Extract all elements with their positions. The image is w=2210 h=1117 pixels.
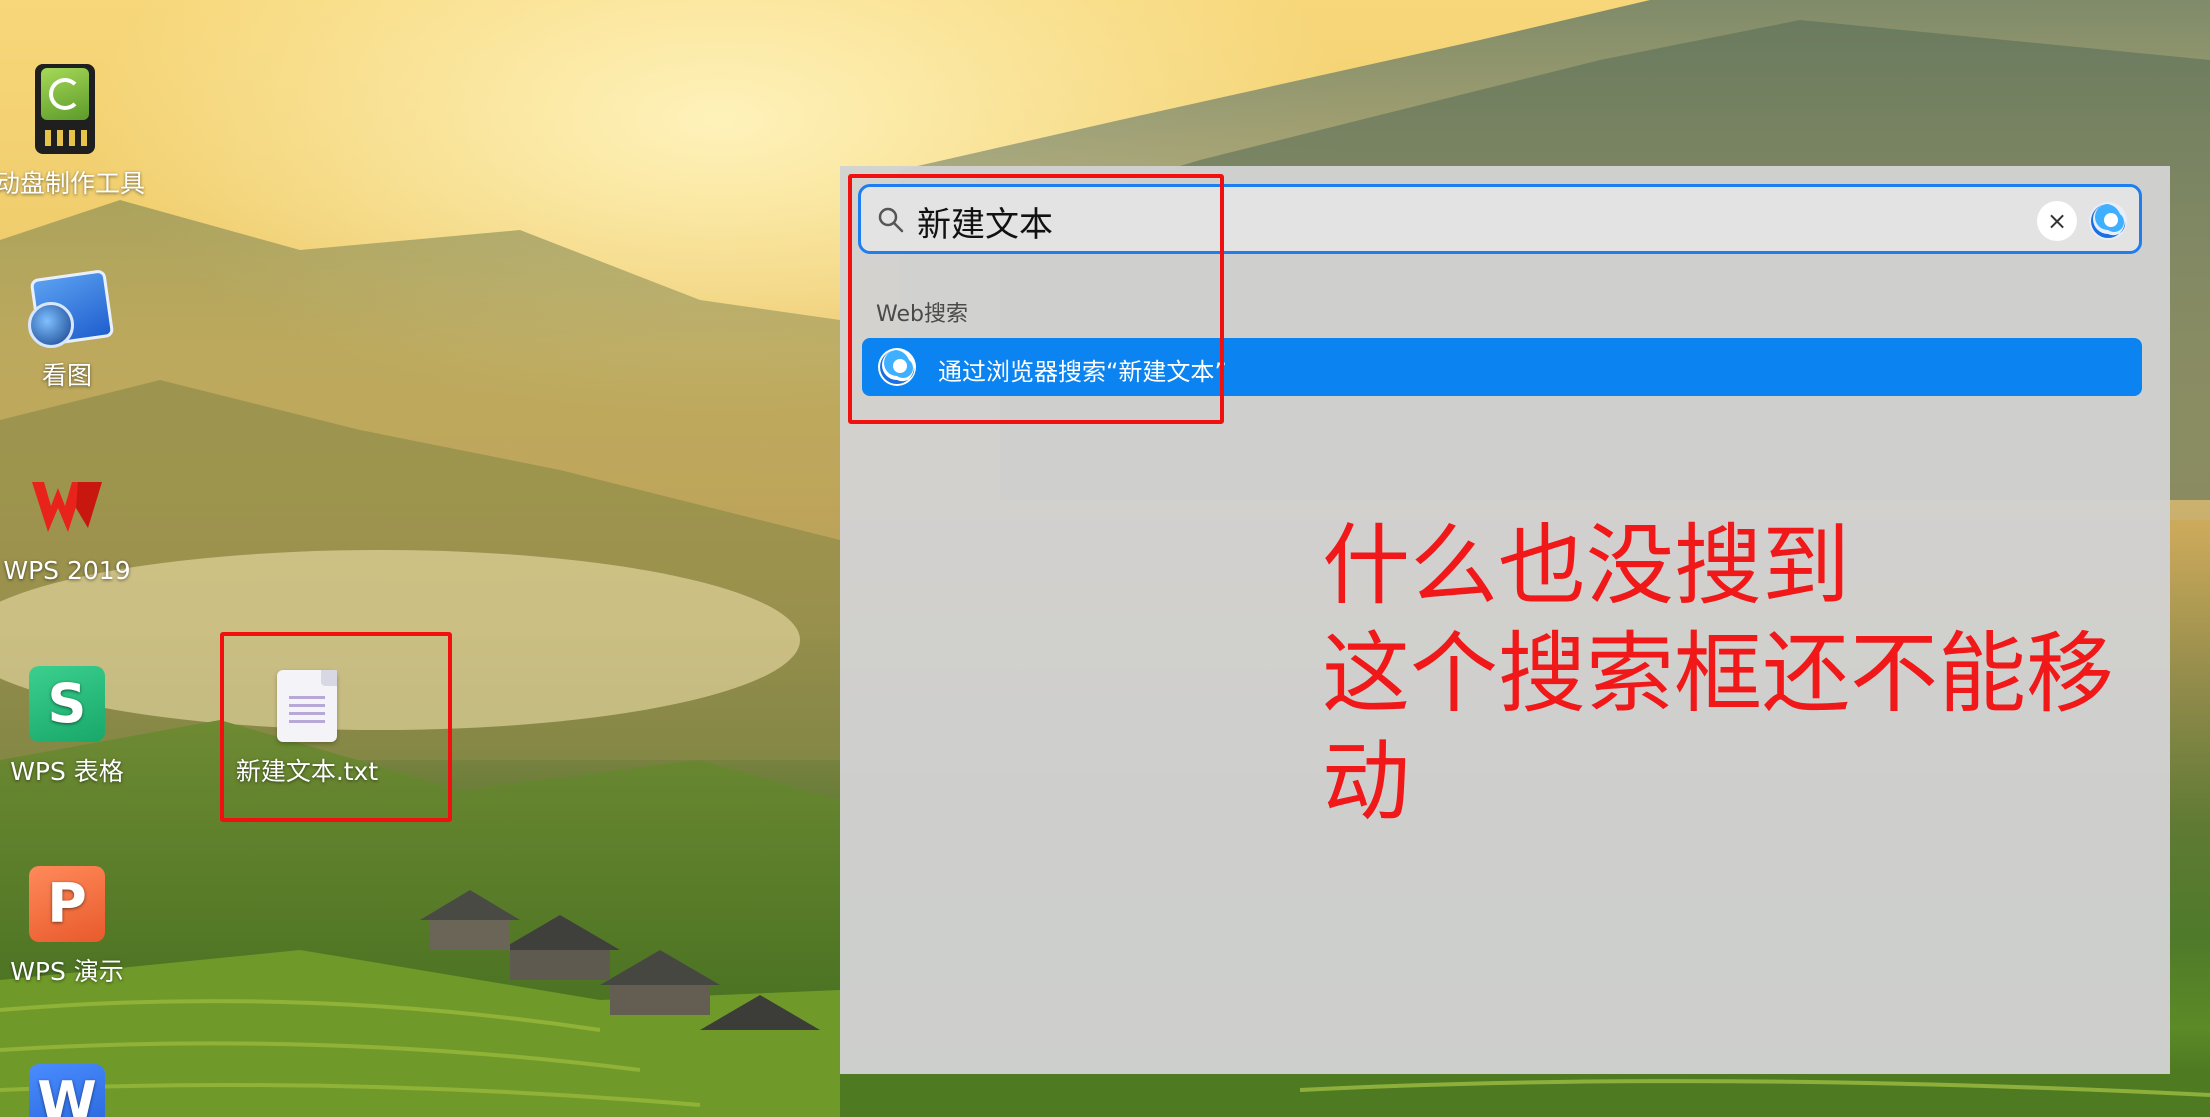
annotation-text: 什么也没搜到 这个搜索框还不能移 动 — [1322, 512, 2142, 836]
annotation-box-search — [848, 174, 1224, 424]
annotation-line: 这个搜索框还不能移 — [1322, 622, 2115, 725]
desktop-icon-wps-presentation[interactable]: P WPS 演示 — [0, 866, 142, 988]
spreadsheet-icon: S — [29, 666, 105, 742]
desktop-icon-usb-boot-maker[interactable]: 启动盘制作工具 — [0, 64, 146, 200]
desktop-icon-wps-2019[interactable]: WPS 2019 — [0, 468, 142, 585]
desktop-icon-label: WPS 2019 — [3, 556, 131, 585]
desktop-icon-wps-spreadsheet[interactable]: S WPS 表格 — [0, 666, 142, 788]
desktop-icon-label: 看图 — [41, 361, 92, 390]
wps-logo-icon — [28, 468, 106, 546]
writer-icon: W — [29, 1064, 105, 1117]
desktop-icon-label: 启动盘制作工具 — [0, 169, 146, 198]
presentation-icon: P — [29, 866, 105, 942]
clear-search-button[interactable]: × — [2037, 201, 2077, 241]
annotation-box-file — [220, 632, 452, 822]
browser-engine-icon[interactable] — [2087, 200, 2129, 242]
usb-drive-icon — [35, 64, 95, 154]
annotation-line: 动 — [1322, 730, 1411, 833]
desktop-icon-label: WPS 表格 — [10, 757, 124, 786]
desktop-icon-label: WPS 演示 — [10, 957, 124, 986]
annotation-line: 什么也没搜到 — [1322, 514, 1851, 617]
desktop-icon-wps-writer[interactable]: W — [0, 1064, 142, 1117]
desktop-icon-image-viewer[interactable]: 看图 — [0, 268, 142, 392]
image-viewer-icon — [28, 268, 115, 348]
